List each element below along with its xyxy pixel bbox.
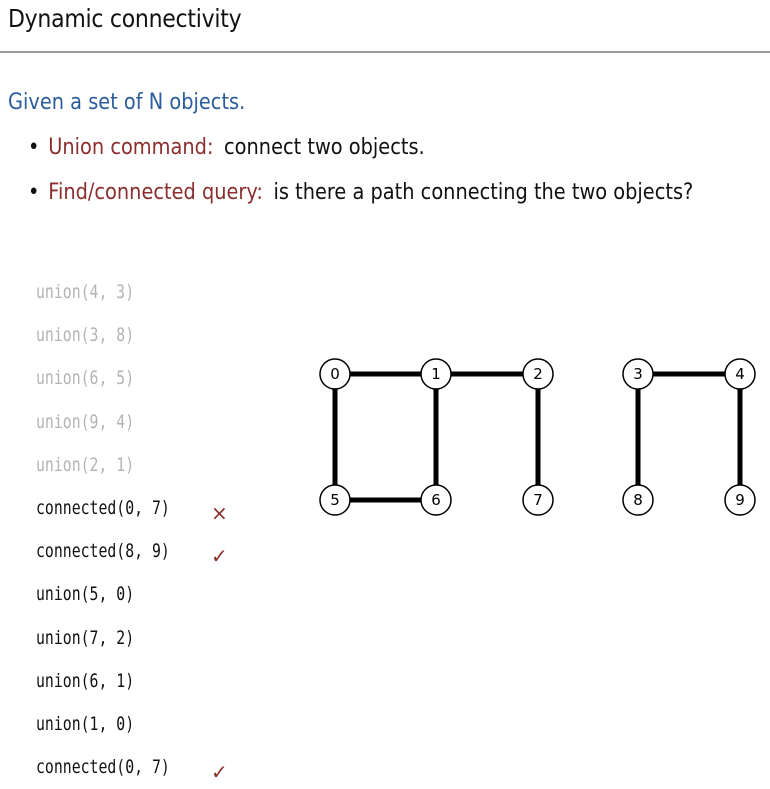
node-2: 2 — [522, 358, 554, 390]
node-3: 3 — [622, 358, 654, 390]
node-5: 5 — [319, 484, 351, 516]
node-label: 2 — [533, 365, 543, 383]
node-4: 4 — [724, 358, 756, 390]
node-6: 6 — [420, 484, 452, 516]
node-8: 8 — [622, 484, 654, 516]
node-label: 1 — [431, 365, 441, 383]
node-9: 9 — [724, 484, 756, 516]
node-label: 8 — [633, 491, 643, 509]
node-label: 0 — [330, 365, 340, 383]
node-label: 3 — [633, 365, 643, 383]
node-0: 0 — [319, 358, 351, 390]
node-1: 1 — [420, 358, 452, 390]
node-label: 5 — [330, 491, 340, 509]
node-label: 6 — [431, 491, 441, 509]
node-7: 7 — [522, 484, 554, 516]
connectivity-graph: 0 1 2 3 4 5 6 7 8 9 — [319, 358, 756, 516]
node-label: 7 — [533, 491, 543, 509]
node-label: 4 — [735, 365, 745, 383]
node-label: 9 — [735, 491, 745, 509]
